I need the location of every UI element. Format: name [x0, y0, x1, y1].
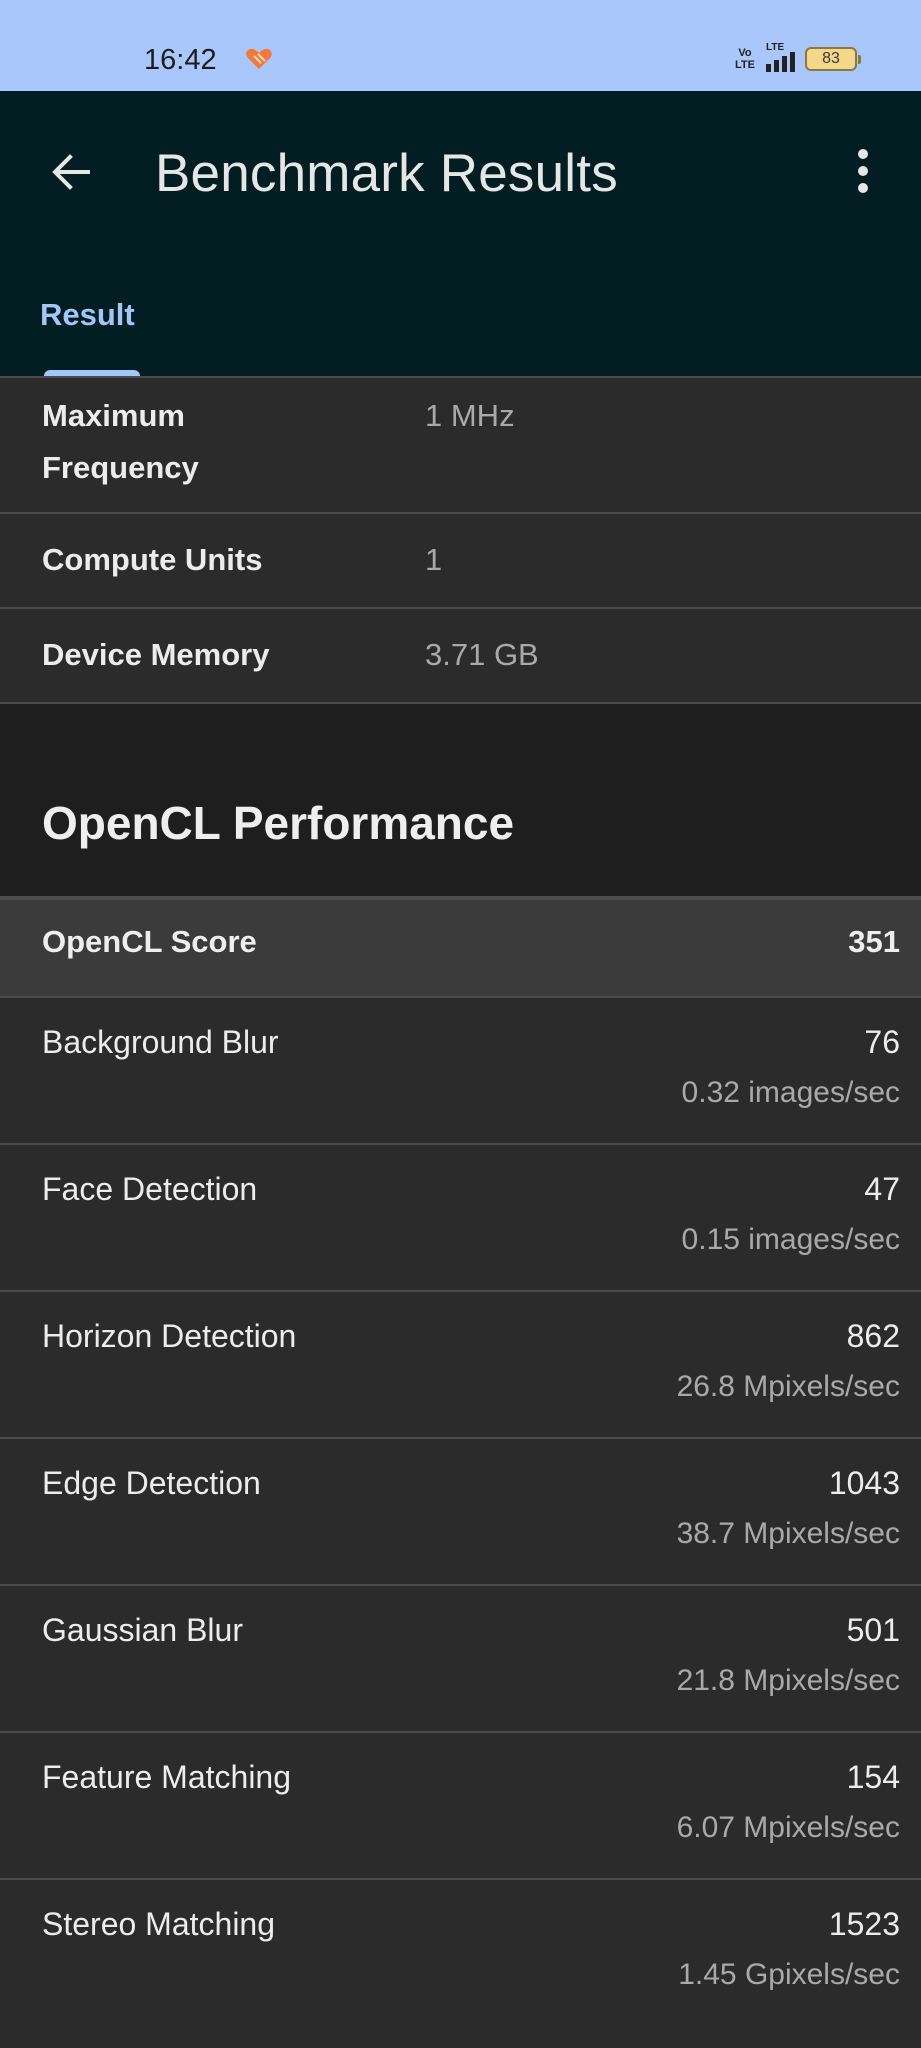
- benchmark-name: Edge Detection: [42, 1465, 261, 1501]
- score-label: OpenCL Score: [42, 924, 257, 959]
- benchmark-rate: 38.7 Mpixels/sec: [676, 1517, 900, 1550]
- info-row-device-memory: Device Memory 3.71 GB: [0, 607, 921, 702]
- benchmark-score: 1523: [828, 1906, 900, 1942]
- info-value: 1: [425, 542, 443, 577]
- status-bar: 16:42 Vo LTE LTE 83: [0, 0, 921, 91]
- benchmark-name: Stereo Matching: [42, 1906, 276, 1942]
- score-value: 351: [848, 924, 900, 959]
- benchmark-rate: 1.45 Gpixels/sec: [678, 1958, 900, 1991]
- volte-icon: Vo LTE: [735, 47, 755, 71]
- section-title: OpenCL Performance: [42, 797, 515, 849]
- benchmark-row: Horizon Detection 862 26.8 Mpixels/sec: [0, 1290, 921, 1437]
- status-time: 16:42: [144, 44, 217, 76]
- more-vert-icon[interactable]: [846, 146, 880, 196]
- benchmark-score: 47: [864, 1171, 900, 1207]
- benchmark-list: Background Blur 76 0.32 images/sec Face Det…: [0, 996, 921, 2025]
- status-indicators: Vo LTE LTE 83: [734, 42, 861, 72]
- tab-result[interactable]: Result: [40, 297, 135, 333]
- benchmark-name: Face Detection: [42, 1171, 258, 1207]
- benchmark-score: 1043: [828, 1465, 900, 1501]
- opencl-score-row: OpenCL Score 351: [0, 896, 921, 996]
- info-value: 3.71 GB: [425, 637, 539, 672]
- benchmark-rate: 6.07 Mpixels/sec: [676, 1811, 900, 1844]
- benchmark-rate: 0.32 images/sec: [681, 1076, 900, 1109]
- benchmark-score: 76: [864, 1024, 900, 1060]
- info-label: Maximum Frequency: [42, 398, 199, 485]
- benchmark-name: Background Blur: [42, 1024, 279, 1060]
- results-content[interactable]: Maximum Frequency 1 MHz Compute Units 1 …: [0, 376, 921, 2025]
- benchmark-score: 501: [846, 1612, 900, 1648]
- network-label: LTE: [766, 42, 785, 53]
- info-label: Device Memory: [42, 637, 270, 672]
- benchmark-name: Gaussian Blur: [42, 1612, 243, 1648]
- info-row-compute-units: Compute Units 1: [0, 512, 921, 607]
- section-header: OpenCL Performance: [0, 797, 921, 896]
- benchmark-row: Background Blur 76 0.32 images/sec: [0, 996, 921, 1143]
- benchmark-row: Stereo Matching 1523 1.45 Gpixels/sec: [0, 1878, 921, 2025]
- benchmark-row: Face Detection 47 0.15 images/sec: [0, 1143, 921, 1290]
- benchmark-name: Feature Matching: [42, 1759, 292, 1795]
- info-label: Compute Units: [42, 542, 263, 577]
- benchmark-score: 862: [846, 1318, 900, 1354]
- battery-icon: 83: [805, 47, 861, 71]
- info-value: 1 MHz: [425, 398, 515, 433]
- benchmark-row: Gaussian Blur 501 21.8 Mpixels/sec: [0, 1584, 921, 1731]
- app-bar: Benchmark Results Result: [0, 91, 921, 377]
- back-arrow-icon[interactable]: [46, 147, 96, 197]
- benchmark-name: Horizon Detection: [42, 1318, 297, 1354]
- benchmark-row: Edge Detection 1043 38.7 Mpixels/sec: [0, 1437, 921, 1584]
- page-title: Benchmark Results: [155, 144, 618, 203]
- benchmark-row: Feature Matching 154 6.07 Mpixels/sec: [0, 1731, 921, 1878]
- info-row-max-frequency: Maximum Frequency 1 MHz: [0, 376, 921, 512]
- benchmark-rate: 26.8 Mpixels/sec: [676, 1370, 900, 1403]
- heart-icon: [246, 48, 272, 69]
- benchmark-rate: 0.15 images/sec: [681, 1223, 900, 1256]
- benchmark-score: 154: [846, 1759, 900, 1795]
- signal-icon: LTE: [766, 42, 795, 72]
- benchmark-rate: 21.8 Mpixels/sec: [676, 1664, 900, 1697]
